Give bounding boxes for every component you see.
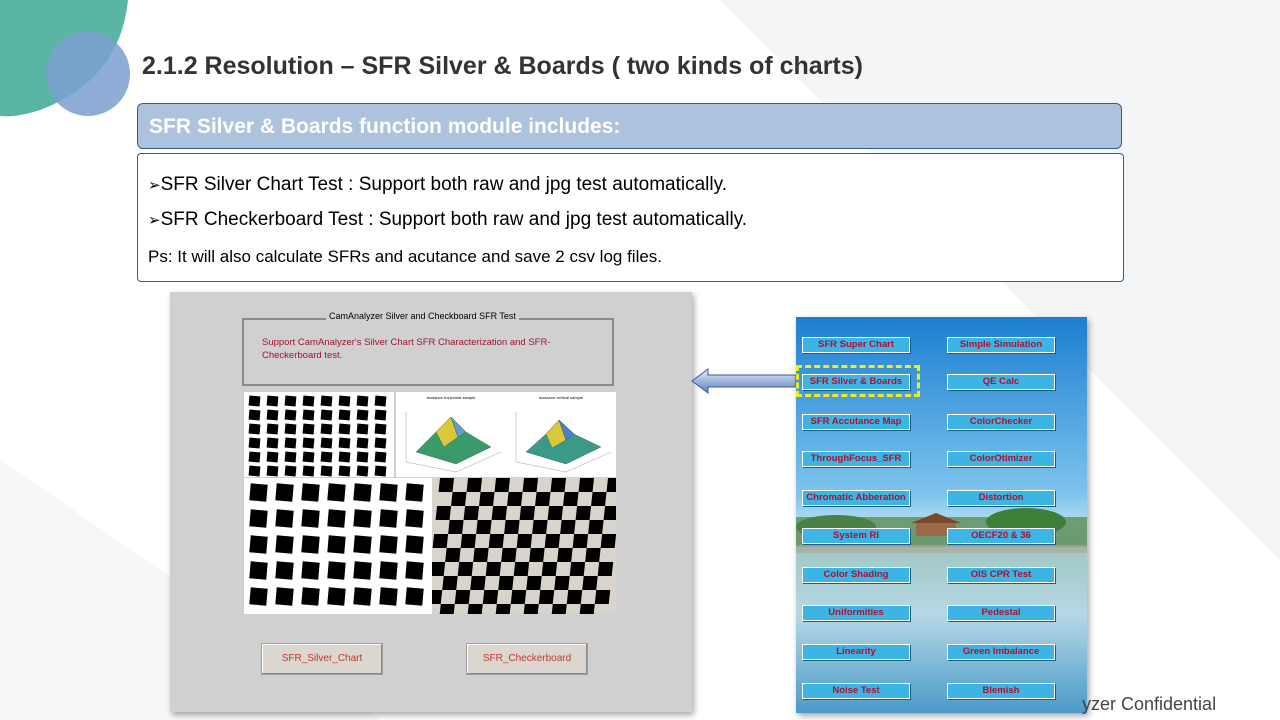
menu-button-throughfocus-sfr[interactable]: ThroughFocus_SFR — [802, 451, 910, 467]
menu-button-colorchecker[interactable]: ColorChecker — [947, 414, 1055, 430]
menu-button-simple-simulation[interactable]: Simple Simulation — [947, 337, 1055, 353]
menu-button-system-ri[interactable]: System RI — [802, 528, 910, 544]
menu-button-colorotimizer[interactable]: ColorOtimizer — [947, 451, 1055, 467]
silver-chart-thumbnail — [244, 392, 394, 477]
confidential-footer: yzer Confidential — [1082, 694, 1217, 714]
menu-button-sfr-silver-boards[interactable]: SFR Silver & Boards — [802, 374, 910, 390]
menu-button-noise-test[interactable]: Noise Test — [802, 683, 910, 699]
menu-button-oecf20-36[interactable]: OECF20 & 36 — [947, 528, 1055, 544]
feature-item: ➢SFR Silver Chart Test : Support both ra… — [148, 174, 727, 195]
app-description: Support CamAnalyzer's Silver Chart SFR C… — [262, 337, 551, 361]
group-title: CamAnalyzer Silver and Checkboard SFR Te… — [326, 311, 519, 321]
module-header: SFR Silver & Boards function module incl… — [137, 103, 1122, 149]
menu-button-pedestal[interactable]: Pedestal — [947, 605, 1055, 621]
menu-button-ois-cpr-test[interactable]: OIS CPR Test — [947, 567, 1055, 583]
sfr-silver-chart-button[interactable]: SFR_Silver_Chart — [261, 643, 383, 675]
menu-button-uniformities[interactable]: Uniformities — [802, 605, 910, 621]
description-group: CamAnalyzer Silver and Checkboard SFR Te… — [242, 311, 614, 386]
menu-button-green-imbalance[interactable]: Green Imbalance — [947, 644, 1055, 660]
menu-button-color-shading[interactable]: Color Shading — [802, 567, 910, 583]
feature-list: ➢SFR Silver Chart Test : Support both ra… — [137, 153, 1124, 282]
module-header-text: SFR Silver & Boards function module incl… — [149, 115, 621, 138]
plot-title-vertical: acutance vertical sample — [539, 395, 584, 400]
menu-button-chromatic-abberation[interactable]: Chromatic Abberation — [802, 490, 910, 506]
menu-button-sfr-super-chart[interactable]: SFR Super Chart — [802, 337, 910, 353]
sfr-checkerboard-button[interactable]: SFR_Checkerboard — [466, 643, 588, 675]
menu-button-blemish[interactable]: Blemish — [947, 683, 1055, 699]
plot-title-horizontal: acutance horizontal sample — [427, 395, 476, 400]
page-title: 2.1.2 Resolution – SFR Silver & Boards (… — [142, 52, 863, 80]
sfr-test-window: CamAnalyzer Silver and Checkboard SFR Te… — [170, 292, 692, 712]
bullet-arrow-icon: ➢ — [148, 177, 161, 194]
feature-item: ➢SFR Checkerboard Test : Support both ra… — [148, 209, 748, 230]
bullet-arrow-icon: ➢ — [148, 212, 161, 229]
menu-button-qe-calc[interactable]: QE Calc — [947, 374, 1055, 390]
ps-note: Ps: It will also calculate SFRs and acut… — [148, 247, 663, 266]
module-menu-panel: SFR Super Chart SFR Silver & Boards SFR Ac… — [796, 317, 1087, 713]
checkerboard-image — [432, 478, 616, 614]
menu-button-sfr-accutance-map[interactable]: SFR Accutance Map — [802, 414, 910, 430]
acutance-plots: acutance horizontal sample acutance vert… — [396, 392, 616, 477]
arrow-left-icon — [691, 368, 797, 394]
silver-chart-image — [244, 478, 432, 614]
menu-button-linearity[interactable]: Linearity — [802, 644, 910, 660]
menu-button-distortion[interactable]: Distortion — [947, 490, 1055, 506]
